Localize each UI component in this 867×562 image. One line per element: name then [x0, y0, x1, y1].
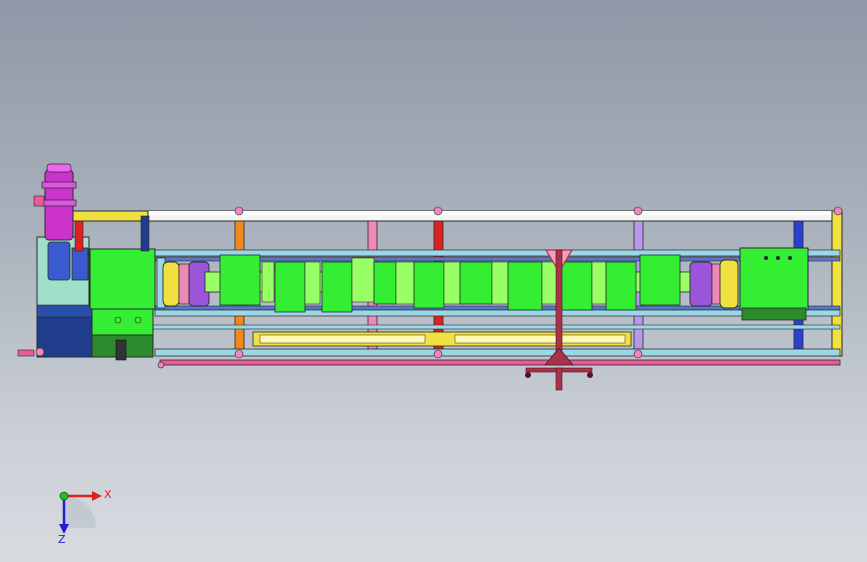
- z-axis-label: Z: [58, 533, 66, 546]
- x-axis-label: X: [104, 488, 112, 501]
- right-tailstock: [739, 247, 809, 321]
- left-top-bracket: [69, 210, 149, 222]
- top-frame-rail: [69, 210, 841, 222]
- crankshaft-workpiece: [204, 254, 726, 313]
- orientation-triad: X Z: [58, 488, 112, 546]
- y-axis-dot: [59, 491, 69, 501]
- cad-viewport[interactable]: X Z: [0, 0, 867, 562]
- vertical-spindle-motor: [33, 163, 77, 241]
- left-headstock: [17, 215, 156, 361]
- right-end-post: [831, 210, 843, 357]
- left-chuck: [156, 257, 210, 309]
- x-axis-arrowhead: [92, 491, 102, 501]
- right-chuck: [689, 259, 739, 309]
- lower-base-bars: [154, 331, 841, 369]
